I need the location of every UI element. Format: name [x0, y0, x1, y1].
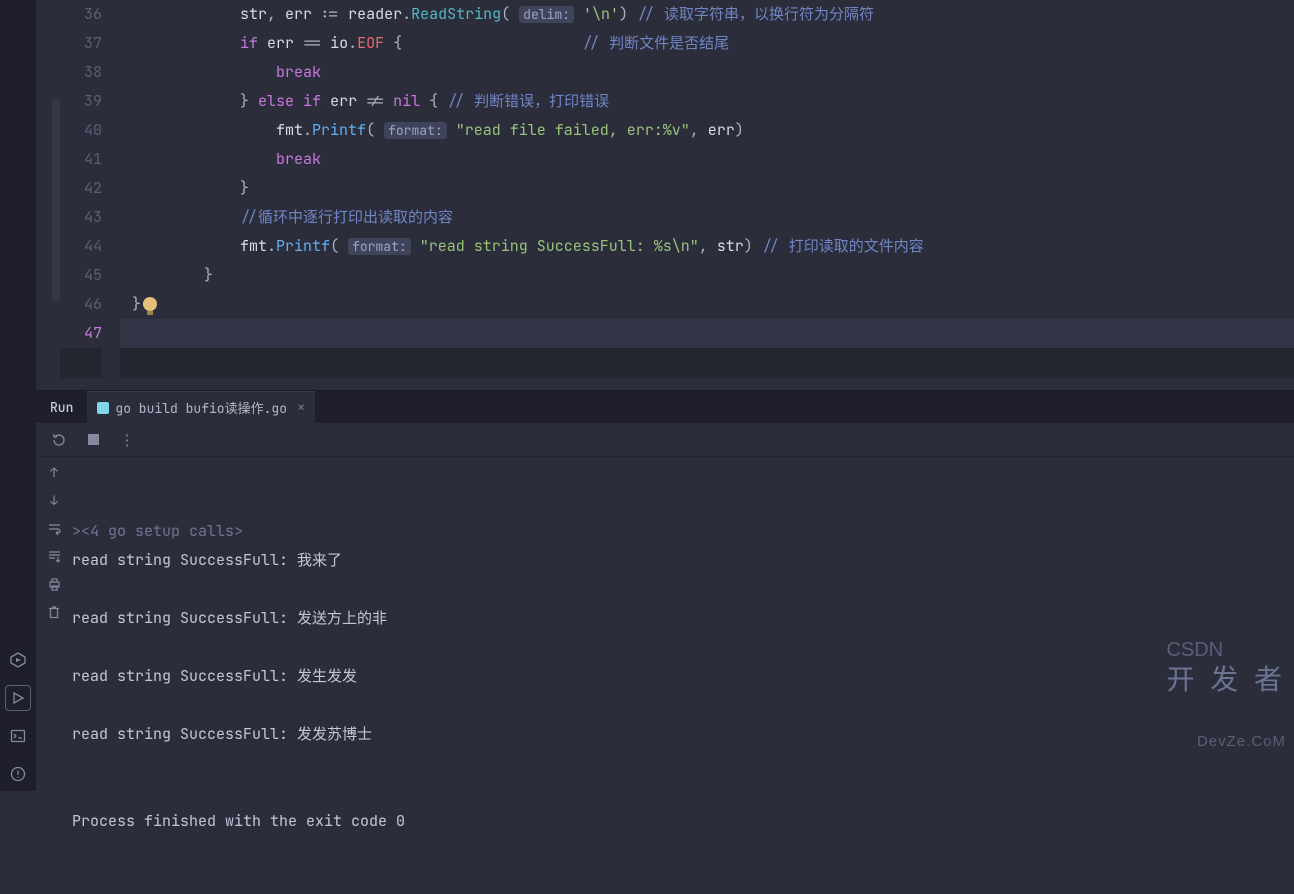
line-number: 38	[60, 58, 102, 87]
watermark: CSDN 开 发 者 DevZe.CoM	[1100, 607, 1286, 785]
code-line[interactable]: } else if err != nil { // 判断错误，打印错误	[120, 87, 1294, 116]
line-number: 41	[60, 145, 102, 174]
run-panel-label[interactable]: Run	[36, 399, 87, 416]
code-line[interactable]	[120, 319, 1294, 348]
console-line	[72, 575, 1294, 604]
left-tool-strip	[0, 0, 36, 791]
problems-icon[interactable]	[5, 761, 31, 787]
trash-icon[interactable]	[45, 603, 63, 621]
run-panel: Run go build bufio读操作.go × ⋮ ↑ ↓	[36, 390, 1294, 791]
soft-wrap-icon[interactable]	[45, 519, 63, 537]
rerun-icon[interactable]	[50, 431, 68, 449]
line-number: 46	[60, 290, 102, 319]
console-line: ><4 go setup calls>	[72, 517, 1294, 546]
ide-root: 363738394041424344454647 str, err := rea…	[0, 0, 1294, 791]
terminal-icon[interactable]	[5, 723, 31, 749]
code-line[interactable]: }	[120, 174, 1294, 203]
line-number: 36	[60, 0, 102, 29]
run-toolbar: ⋮	[36, 423, 1294, 457]
code-line[interactable]: }	[120, 261, 1294, 290]
line-number: 37	[60, 29, 102, 58]
console-line: read string SuccessFull: 我来了	[72, 546, 1294, 575]
print-icon[interactable]	[45, 575, 63, 593]
watermark-small: CSDN	[1166, 639, 1223, 661]
run-body: ↑ ↓ ><4 go setup calls	[36, 457, 1294, 791]
line-number: 47	[60, 319, 102, 348]
run-tab-title: go build bufio读操作.go	[115, 398, 287, 417]
console-line: Process finished with the exit code 0	[72, 807, 1294, 836]
run-panel-tabs: Run go build bufio读操作.go ×	[36, 391, 1294, 423]
line-number: 39	[60, 87, 102, 116]
code-line[interactable]: break	[120, 58, 1294, 87]
main-area: 363738394041424344454647 str, err := rea…	[36, 0, 1294, 791]
up-icon[interactable]: ↑	[45, 463, 63, 481]
code-area[interactable]: str, err := reader.ReadString( delim: '\…	[120, 0, 1294, 390]
run-tool-icon[interactable]	[5, 685, 31, 711]
code-line[interactable]: break	[120, 145, 1294, 174]
line-number: 44	[60, 232, 102, 261]
watermark-sub: DevZe.CoM	[1197, 727, 1286, 756]
down-icon[interactable]: ↓	[45, 491, 63, 509]
close-icon[interactable]: ×	[297, 399, 305, 417]
line-number: 43	[60, 203, 102, 232]
line-number-gutter: 363738394041424344454647	[60, 0, 120, 390]
code-line[interactable]: if err == io.EOF { // 判断文件是否结尾	[120, 29, 1294, 58]
code-line[interactable]: fmt.Printf( format: "read string Success…	[120, 232, 1294, 261]
line-number: 42	[60, 174, 102, 203]
scroll-to-end-icon[interactable]	[45, 547, 63, 565]
watermark-big: 开 发 者	[1166, 664, 1286, 695]
more-icon[interactable]: ⋮	[118, 431, 136, 449]
go-icon	[97, 402, 109, 414]
code-line[interactable]: fmt.Printf( format: "read file failed, e…	[120, 116, 1294, 145]
services-icon[interactable]	[5, 647, 31, 673]
run-side-toolbar: ↑ ↓	[36, 457, 72, 791]
line-number: 40	[60, 116, 102, 145]
editor-minimap[interactable]	[36, 0, 60, 390]
code-editor[interactable]: 363738394041424344454647 str, err := rea…	[36, 0, 1294, 390]
stop-icon[interactable]	[84, 431, 102, 449]
console-output[interactable]: ><4 go setup calls>read string SuccessFu…	[72, 457, 1294, 791]
run-config-tab[interactable]: go build bufio读操作.go ×	[87, 391, 315, 423]
line-number: 45	[60, 261, 102, 290]
code-line[interactable]: }	[120, 290, 1294, 319]
code-line[interactable]: //循环中逐行打印出读取的内容	[120, 203, 1294, 232]
code-line[interactable]: str, err := reader.ReadString( delim: '\…	[120, 0, 1294, 29]
